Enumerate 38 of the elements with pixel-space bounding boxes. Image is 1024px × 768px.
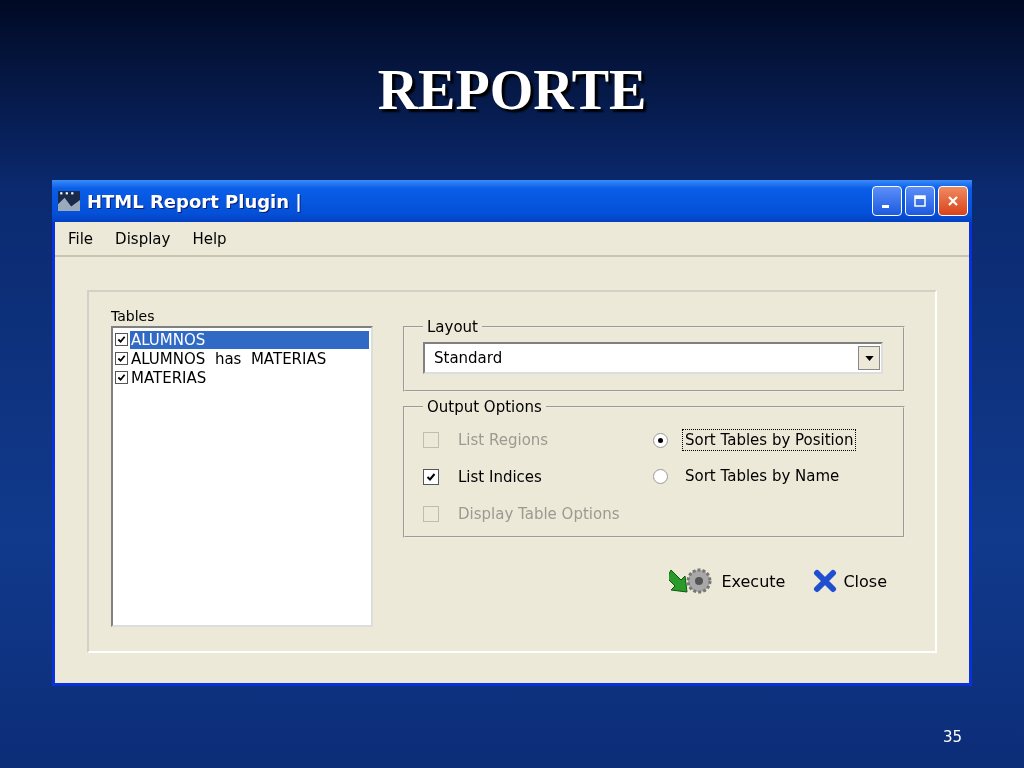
check-icon: [117, 354, 126, 363]
maximize-icon: [913, 194, 927, 208]
option-label: List Indices: [457, 467, 543, 488]
app-icon: [58, 191, 80, 211]
minimize-button[interactable]: [872, 186, 902, 216]
maximize-button[interactable]: [905, 186, 935, 216]
menu-item[interactable]: Display: [115, 229, 171, 248]
close-icon: [946, 194, 960, 208]
window-title: HTML Report Plugin |: [87, 190, 302, 212]
checkbox[interactable]: [115, 333, 128, 346]
option-label: Display Table Options: [457, 504, 621, 525]
page-number: 35: [942, 728, 962, 746]
check-icon: [426, 472, 436, 482]
execute-button[interactable]: Execute: [669, 566, 786, 596]
tables-label: Tables: [111, 308, 156, 324]
table-item[interactable]: MATERIAS: [130, 368, 369, 387]
option-label: Sort Tables by Name: [684, 466, 841, 487]
close-button[interactable]: [938, 186, 968, 216]
close-dialog-button[interactable]: Close: [813, 566, 887, 596]
menu-item[interactable]: File: [68, 229, 94, 248]
layout-dropdown[interactable]: Standard: [423, 342, 883, 374]
minimize-icon: [881, 204, 889, 208]
checkbox[interactable]: [115, 371, 128, 384]
table-item[interactable]: ALUMNOS: [130, 330, 369, 349]
close-x-icon: [813, 569, 838, 593]
group-label: Layout: [426, 318, 479, 336]
radio-button[interactable]: [653, 468, 668, 484]
table-item[interactable]: ALUMNOS has MATERIAS: [130, 349, 369, 368]
menu-item[interactable]: Help: [192, 229, 227, 248]
check-icon: [117, 373, 126, 382]
checkbox[interactable]: [115, 352, 128, 365]
check-icon: [117, 335, 126, 344]
checkbox[interactable]: [423, 469, 439, 485]
option-label: List Regions: [457, 430, 550, 451]
option-label: Sort Tables by Position: [682, 429, 857, 451]
group-label: Output Options: [426, 398, 543, 416]
slide-title: REPORTE: [377, 62, 647, 123]
radio-button[interactable]: [653, 432, 668, 448]
